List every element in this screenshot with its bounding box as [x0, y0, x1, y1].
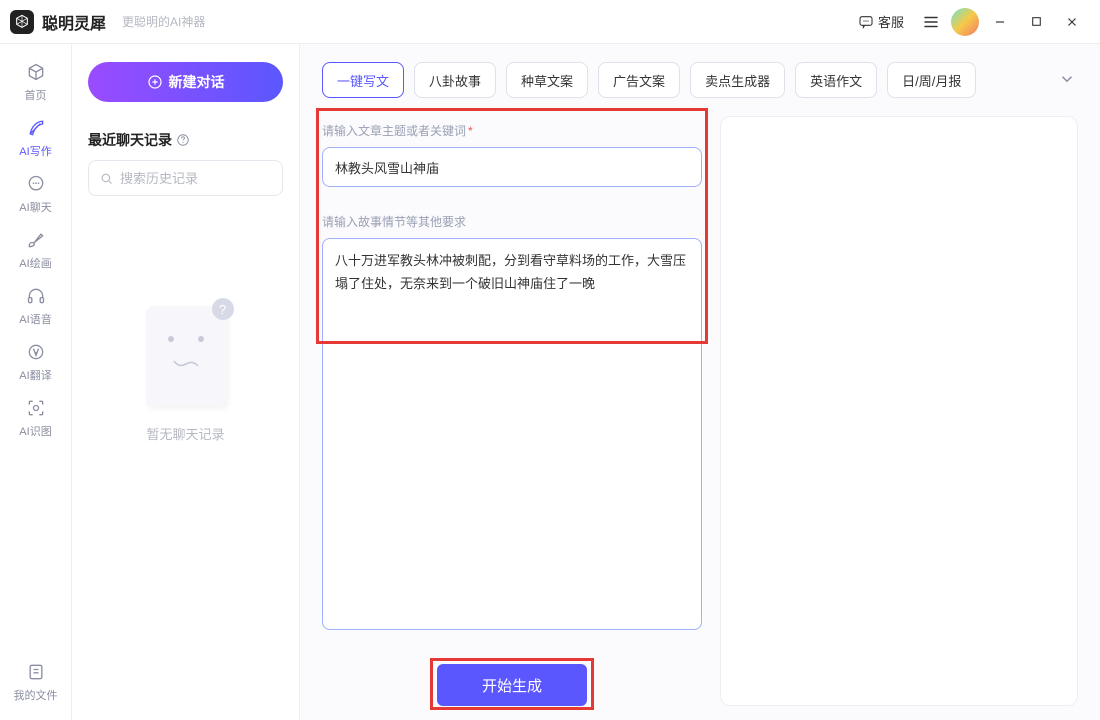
nav-item-home[interactable]: 首页 — [6, 54, 66, 110]
file-icon — [25, 661, 47, 683]
question-badge-icon: ? — [212, 298, 234, 320]
feather-icon — [25, 117, 47, 139]
nav-item-draw[interactable]: AI绘画 — [6, 222, 66, 278]
hamburger-icon — [922, 13, 940, 31]
nav-label: AI识图 — [19, 423, 51, 439]
window-minimize[interactable] — [982, 4, 1018, 40]
history-title-text: 最近聊天记录 — [88, 130, 172, 150]
titlebar: 聪明灵犀 更聪明的AI神器 客服 — [0, 0, 1100, 44]
headphone-icon — [25, 285, 47, 307]
brush-icon — [25, 229, 47, 251]
chat-icon — [25, 173, 47, 195]
app-name: 聪明灵犀 — [42, 10, 106, 34]
tag-chip-1[interactable]: 八卦故事 — [414, 62, 496, 98]
nav-item-scan[interactable]: AI识图 — [6, 390, 66, 446]
nav-item-translate[interactable]: AI翻译 — [6, 334, 66, 390]
avatar-button[interactable] — [948, 5, 982, 39]
nav-item-files[interactable]: 我的文件 — [6, 654, 66, 710]
topic-input[interactable] — [322, 147, 702, 187]
empty-illustration: ? — [146, 306, 226, 406]
nav-label: 首页 — [25, 87, 47, 103]
chat-bubble-icon — [858, 14, 874, 30]
main-panel: 一键写文 八卦故事 种草文案 广告文案 卖点生成器 英语作文 日/周/月报 请输… — [300, 44, 1100, 720]
nav-label: AI翻译 — [19, 367, 51, 383]
tag-chip-4[interactable]: 卖点生成器 — [690, 62, 785, 98]
search-icon — [99, 171, 114, 186]
generate-button[interactable]: 开始生成 — [437, 664, 587, 706]
history-section-title: 最近聊天记录 — [88, 130, 283, 150]
app-tagline: 更聪明的AI神器 — [122, 13, 205, 30]
new-chat-button[interactable]: 新建对话 — [88, 62, 283, 102]
history-search[interactable] — [88, 160, 283, 196]
detail-label: 请输入故事情节等其他要求 — [322, 213, 702, 230]
tag-chip-3[interactable]: 广告文案 — [598, 62, 680, 98]
prompt-form: 请输入文章主题或者关键词* 请输入故事情节等其他要求 开始生成 — [322, 116, 702, 706]
history-empty-text: 暂无聊天记录 — [146, 424, 224, 443]
plus-icon — [147, 74, 163, 90]
nav-label: AI聊天 — [19, 199, 51, 215]
detail-textarea[interactable] — [322, 238, 702, 630]
app-logo: 聪明灵犀 更聪明的AI神器 — [10, 10, 205, 34]
menu-button[interactable] — [914, 5, 948, 39]
avatar-icon — [951, 8, 979, 36]
tag-chip-6[interactable]: 日/周/月报 — [887, 62, 976, 98]
nav-label: 我的文件 — [14, 687, 58, 703]
template-tags-row: 一键写文 八卦故事 种草文案 广告文案 卖点生成器 英语作文 日/周/月报 — [300, 44, 1100, 116]
chat-history-panel: 新建对话 最近聊天记录 ? 暂无聊天记录 — [72, 44, 300, 720]
tag-chip-2[interactable]: 种草文案 — [506, 62, 588, 98]
expand-tags-button[interactable] — [1056, 68, 1078, 90]
support-label: 客服 — [878, 12, 904, 31]
nav-label: AI语音 — [19, 311, 51, 327]
result-preview-panel — [720, 116, 1078, 706]
topic-label: 请输入文章主题或者关键词* — [322, 122, 702, 139]
scan-icon — [25, 397, 47, 419]
nav-item-chat[interactable]: AI聊天 — [6, 166, 66, 222]
new-chat-label: 新建对话 — [169, 72, 225, 92]
side-nav: 首页 AI写作 AI聊天 AI绘画 AI语音 AI翻译 AI识图 我 — [0, 44, 72, 720]
chevron-down-icon — [1058, 70, 1076, 88]
tag-chip-5[interactable]: 英语作文 — [795, 62, 877, 98]
history-search-input[interactable] — [120, 171, 296, 186]
window-maximize[interactable] — [1018, 4, 1054, 40]
app-logo-icon — [10, 10, 34, 34]
history-empty-state: ? 暂无聊天记录 — [88, 306, 283, 702]
support-button[interactable]: 客服 — [848, 7, 914, 37]
help-icon[interactable] — [176, 133, 190, 147]
topic-label-text: 请输入文章主题或者关键词 — [322, 124, 466, 138]
nav-label: AI绘画 — [19, 255, 51, 271]
nav-item-audio[interactable]: AI语音 — [6, 278, 66, 334]
nav-item-write[interactable]: AI写作 — [6, 110, 66, 166]
nav-label: AI写作 — [19, 143, 51, 159]
window-close[interactable] — [1054, 4, 1090, 40]
cube-icon — [25, 61, 47, 83]
tag-chip-0[interactable]: 一键写文 — [322, 62, 404, 98]
translate-icon — [25, 341, 47, 363]
